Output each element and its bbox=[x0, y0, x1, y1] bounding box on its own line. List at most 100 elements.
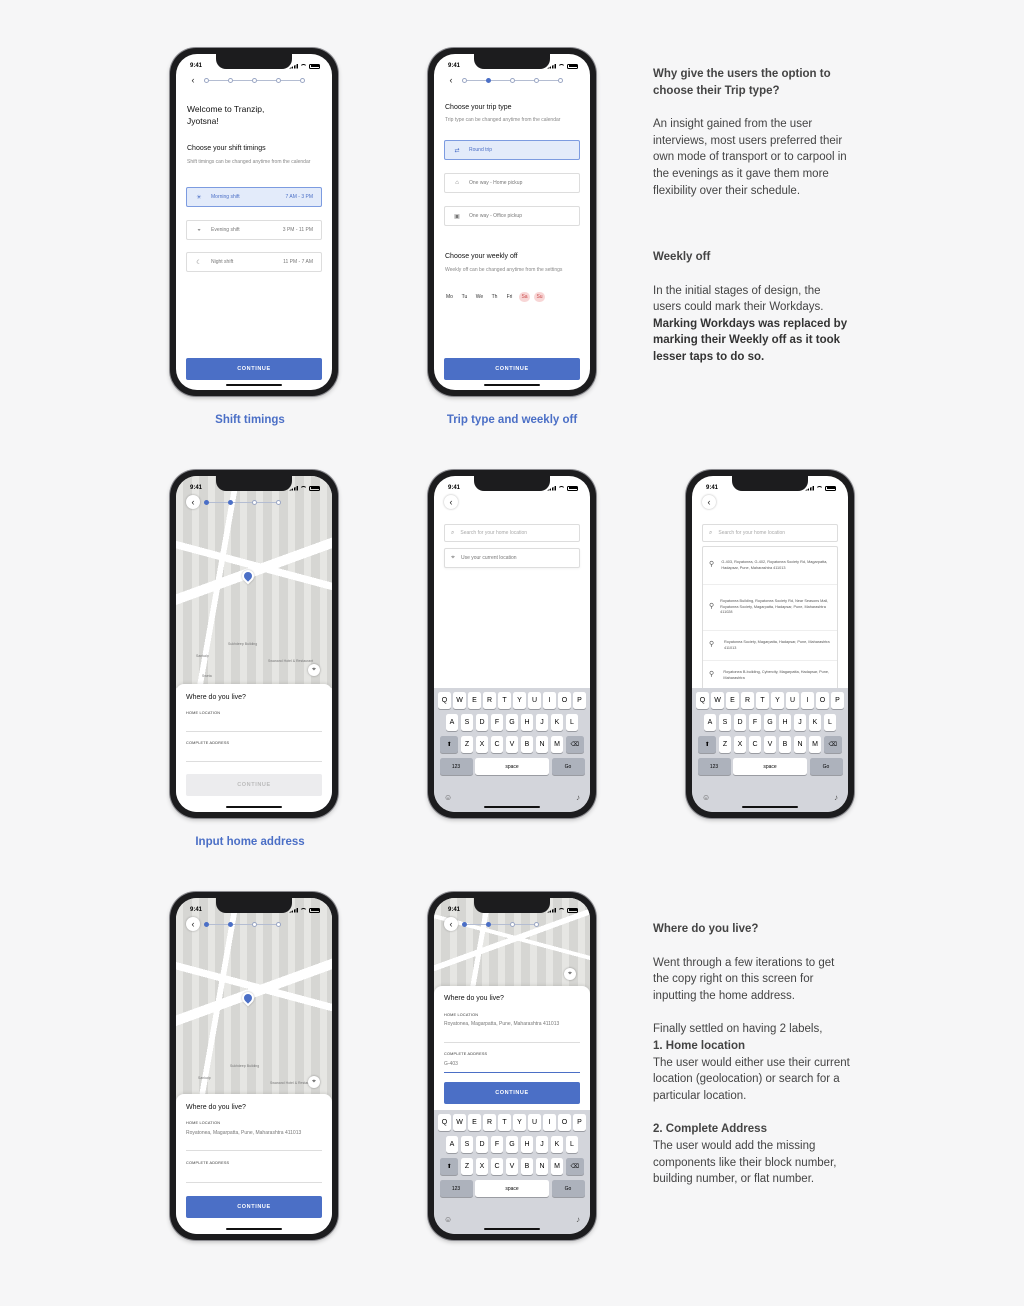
day-su[interactable]: Su bbox=[534, 292, 545, 302]
key[interactable]: S bbox=[460, 714, 474, 731]
key[interactable]: Q bbox=[696, 692, 709, 709]
key[interactable]: T bbox=[498, 692, 511, 709]
key[interactable]: W bbox=[711, 692, 724, 709]
day-fri[interactable]: Fri bbox=[504, 292, 515, 302]
trip-option-round[interactable]: ⇄ Round trip bbox=[444, 140, 580, 160]
backspace-key[interactable]: ⌫ bbox=[565, 1158, 584, 1175]
back-button[interactable]: ‹ bbox=[444, 73, 458, 87]
back-button[interactable]: ‹ bbox=[702, 495, 716, 509]
back-button[interactable]: ‹ bbox=[186, 73, 200, 87]
key[interactable]: Y bbox=[513, 1114, 526, 1131]
continue-button[interactable]: CONTINUE bbox=[444, 1082, 580, 1104]
key[interactable]: Z bbox=[718, 736, 732, 753]
home-location-value[interactable]: Royatonea, Magarpatta, Pune, Maharashtra… bbox=[444, 1020, 580, 1028]
complete-address-value[interactable]: G-403 bbox=[444, 1060, 580, 1068]
key[interactable]: D bbox=[475, 1136, 489, 1153]
emoji-icon[interactable]: ☺ bbox=[444, 1215, 452, 1224]
key[interactable]: U bbox=[528, 692, 541, 709]
key[interactable]: O bbox=[558, 692, 571, 709]
key[interactable]: K bbox=[550, 714, 564, 731]
emoji-icon[interactable]: ☺ bbox=[702, 793, 710, 802]
back-button[interactable]: ‹ bbox=[186, 495, 200, 509]
key[interactable]: I bbox=[543, 692, 556, 709]
day-th[interactable]: Th bbox=[489, 292, 500, 302]
continue-button[interactable]: CONTINUE bbox=[186, 774, 322, 796]
microphone-icon[interactable]: ♪ bbox=[576, 1215, 580, 1224]
numbers-key[interactable]: 123 bbox=[697, 758, 731, 775]
numbers-key[interactable]: 123 bbox=[439, 758, 473, 775]
space-key[interactable]: space bbox=[733, 758, 807, 775]
key[interactable]: B bbox=[520, 1158, 534, 1175]
key[interactable]: K bbox=[550, 1136, 564, 1153]
key[interactable]: F bbox=[748, 714, 762, 731]
shift-key[interactable]: ⬆ bbox=[440, 1158, 459, 1175]
key[interactable]: L bbox=[823, 714, 837, 731]
day-sa[interactable]: Sa bbox=[519, 292, 530, 302]
back-button[interactable]: ‹ bbox=[444, 495, 458, 509]
key[interactable]: K bbox=[808, 714, 822, 731]
key[interactable]: Y bbox=[513, 692, 526, 709]
home-location-field[interactable] bbox=[186, 731, 322, 732]
home-location-value[interactable]: Royatonea, Magarpatta, Pune, Maharashtra… bbox=[186, 1129, 322, 1137]
key[interactable]: L bbox=[565, 714, 579, 731]
key[interactable]: P bbox=[573, 1114, 586, 1131]
key[interactable]: M bbox=[808, 736, 822, 753]
shift-option-morning[interactable]: ☀ Morning shift 7 AM - 3 PM bbox=[186, 187, 322, 207]
key[interactable]: A bbox=[445, 1136, 459, 1153]
key[interactable]: T bbox=[498, 1114, 511, 1131]
key[interactable]: Y bbox=[771, 692, 784, 709]
key[interactable]: A bbox=[445, 714, 459, 731]
key[interactable]: E bbox=[468, 692, 481, 709]
go-key[interactable]: Go bbox=[551, 758, 585, 775]
go-key[interactable]: Go bbox=[809, 758, 843, 775]
key[interactable]: B bbox=[778, 736, 792, 753]
microphone-icon[interactable]: ♪ bbox=[834, 793, 838, 802]
key[interactable]: J bbox=[535, 714, 549, 731]
map-view[interactable]: Sankalp Sukhdeep Building Swanand Hotel … bbox=[176, 898, 332, 1108]
key[interactable]: J bbox=[793, 714, 807, 731]
key[interactable]: R bbox=[741, 692, 754, 709]
key[interactable]: X bbox=[733, 736, 747, 753]
result-item[interactable]: ⚲ Royatonea B-building, Cybercity, Magarp… bbox=[703, 661, 837, 691]
key[interactable]: U bbox=[528, 1114, 541, 1131]
key[interactable]: D bbox=[475, 714, 489, 731]
key[interactable]: R bbox=[483, 692, 496, 709]
space-key[interactable]: space bbox=[475, 1180, 549, 1197]
key[interactable]: S bbox=[718, 714, 732, 731]
key[interactable]: B bbox=[520, 736, 534, 753]
key[interactable]: C bbox=[748, 736, 762, 753]
key[interactable]: P bbox=[573, 692, 586, 709]
key[interactable]: Q bbox=[438, 692, 451, 709]
key[interactable]: I bbox=[543, 1114, 556, 1131]
key[interactable]: J bbox=[535, 1136, 549, 1153]
microphone-icon[interactable]: ♪ bbox=[576, 793, 580, 802]
complete-address-field[interactable] bbox=[186, 761, 322, 762]
result-item[interactable]: ⚲ G-403, Royatonea, G-402, Royatonea Soci… bbox=[703, 547, 837, 585]
key[interactable]: C bbox=[490, 1158, 504, 1175]
key[interactable]: G bbox=[505, 714, 519, 731]
key[interactable]: W bbox=[453, 692, 466, 709]
key[interactable]: H bbox=[778, 714, 792, 731]
continue-button[interactable]: CONTINUE bbox=[186, 358, 322, 380]
key[interactable]: X bbox=[475, 1158, 489, 1175]
shift-key[interactable]: ⬆ bbox=[698, 736, 717, 753]
day-mo[interactable]: Mo bbox=[444, 292, 455, 302]
search-input[interactable]: ⌕ Search for your home location bbox=[702, 524, 838, 542]
search-input[interactable]: ⌕ Search for your home location bbox=[444, 524, 580, 542]
crosshair-icon[interactable]: ⌖ bbox=[564, 968, 576, 980]
trip-option-home-pickup[interactable]: ⌂ One way - Home pickup bbox=[444, 173, 580, 193]
backspace-key[interactable]: ⌫ bbox=[823, 736, 842, 753]
key[interactable]: H bbox=[520, 714, 534, 731]
key[interactable]: N bbox=[535, 1158, 549, 1175]
shift-option-evening[interactable]: ◒ Evening shift 3 PM - 11 PM bbox=[186, 220, 322, 240]
crosshair-icon[interactable]: ⌖ bbox=[308, 664, 320, 676]
key[interactable]: W bbox=[453, 1114, 466, 1131]
backspace-key[interactable]: ⌫ bbox=[565, 736, 584, 753]
result-item[interactable]: ⚲ Royatonea Society, Magarpatta, Hadapsar… bbox=[703, 631, 837, 661]
key[interactable]: U bbox=[786, 692, 799, 709]
trip-option-office-pickup[interactable]: ▣ One way - Office pickup bbox=[444, 206, 580, 226]
map-view[interactable]: Sankalp Sukhdeep Building Swanand Hotel … bbox=[176, 476, 332, 688]
key[interactable]: H bbox=[520, 1136, 534, 1153]
key[interactable]: F bbox=[490, 714, 504, 731]
emoji-icon[interactable]: ☺ bbox=[444, 793, 452, 802]
